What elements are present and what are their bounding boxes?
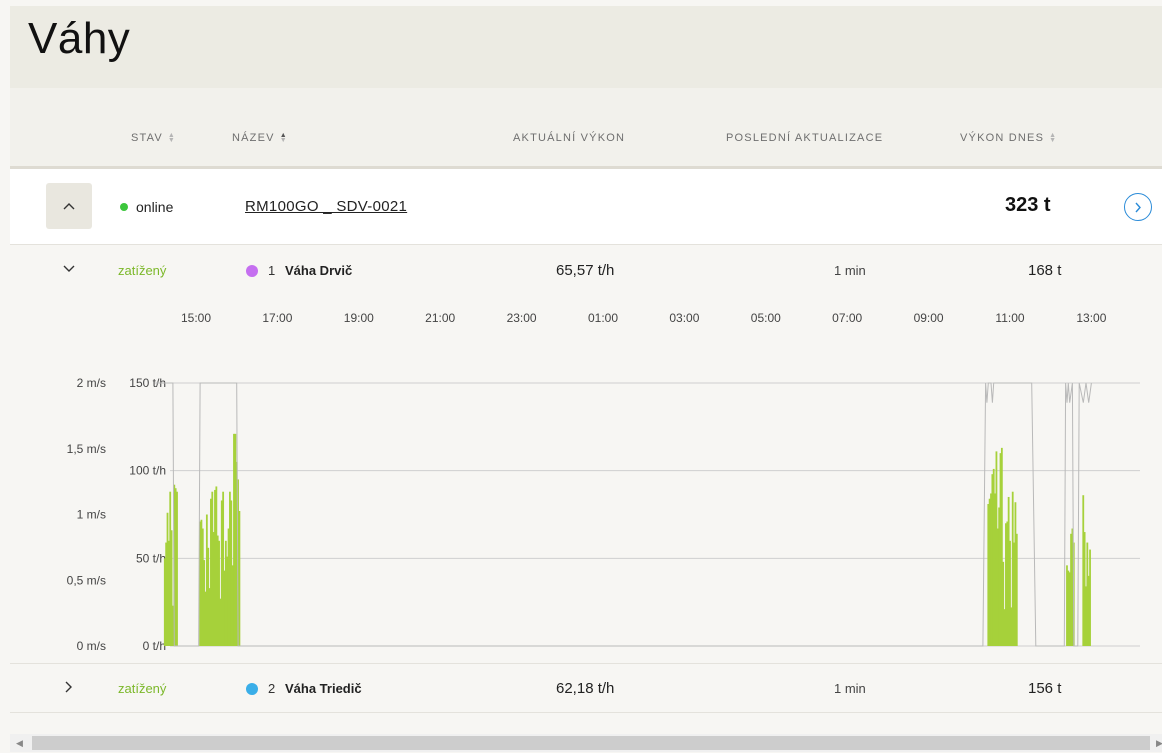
chart-svg: 15:00 17:00 19:00 21:00 23:00 01:00 03:00 05:00… xyxy=(67,311,1140,653)
scrollbar-thumb[interactable] xyxy=(32,736,1150,750)
weigher-current-power: 65,57 t/h xyxy=(556,262,615,279)
chart-bar xyxy=(238,510,241,646)
expand-weigher-button[interactable] xyxy=(62,680,76,694)
collapse-button[interactable] xyxy=(46,183,92,229)
speed-line xyxy=(155,382,1092,647)
chevron-right-icon xyxy=(65,681,72,693)
y-tick-label-tph: 50 t/h xyxy=(136,551,166,565)
column-last-update-header: POSLEDNÍ AKTUALIZACE xyxy=(726,132,883,144)
x-tick-label: 07:00 xyxy=(832,311,862,325)
column-current-power-label: AKTUÁLNÍ VÝKON xyxy=(513,132,626,144)
weigher-today: 156 t xyxy=(1028,680,1062,697)
x-tick-label: 01:00 xyxy=(588,311,618,325)
weigher-last-update: 1 min xyxy=(834,681,866,696)
weigher-number: 1 xyxy=(268,263,276,278)
chart-bar xyxy=(176,491,178,646)
sort-icon[interactable]: ▲ ▼ xyxy=(1049,132,1057,144)
scroll-right-icon[interactable]: ▶ xyxy=(1156,738,1162,749)
weigher-last-update: 1 min xyxy=(834,263,866,278)
weigher-row[interactable]: zatížený 1 Váha Drvič 65,57 t/h 1 min 16… xyxy=(10,246,1162,296)
weigher-color-dot-icon xyxy=(246,683,258,695)
column-current-power-header: AKTUÁLNÍ VÝKON xyxy=(513,132,625,144)
column-name-header[interactable]: NÁZEV ▲ ▼ xyxy=(232,132,288,144)
chevron-up-icon xyxy=(63,203,75,210)
column-status-header[interactable]: STAV ▲ ▼ xyxy=(131,132,176,144)
x-tick-label: 13:00 xyxy=(1076,311,1106,325)
weigher-name: Váha Drvič xyxy=(285,263,353,278)
horizontal-scrollbar[interactable]: ◀ ▶ xyxy=(10,734,1162,752)
x-tick-label: 11:00 xyxy=(995,311,1024,325)
x-tick-label: 21:00 xyxy=(425,311,455,325)
weigher-current-power: 62,18 t/h xyxy=(556,680,615,697)
chevron-right-icon xyxy=(1135,202,1141,212)
x-tick-label: 15:00 xyxy=(181,311,211,325)
chart-bar xyxy=(1015,533,1018,646)
scale-status: online xyxy=(120,199,173,215)
chart-bar xyxy=(1089,549,1091,646)
y-tick-label-speed: 0 m/s xyxy=(77,639,106,653)
column-name-label: NÁZEV xyxy=(232,132,275,144)
weigher-state: zatížený xyxy=(118,263,167,278)
column-last-update-label: POSLEDNÍ AKTUALIZACE xyxy=(726,132,884,144)
x-tick-label: 09:00 xyxy=(914,311,944,325)
y-tick-label-speed: 1 m/s xyxy=(77,508,106,522)
page-title: Váhy xyxy=(28,14,131,63)
scale-status-label: online xyxy=(136,199,174,215)
page-header: Váhy xyxy=(10,6,1162,88)
scale-row[interactable]: online RM100GO _ SDV-0021 323 t xyxy=(10,169,1162,245)
x-tick-label: 17:00 xyxy=(262,311,292,325)
weigher-name: Váha Triedič xyxy=(285,681,362,696)
chevron-down-icon xyxy=(63,265,75,272)
column-power-today-header[interactable]: VÝKON DNES ▲ ▼ xyxy=(960,132,1057,144)
y-tick-label-tph: 100 t/h xyxy=(129,464,166,478)
x-tick-label: 23:00 xyxy=(507,311,537,325)
weigher-today: 168 t xyxy=(1028,262,1062,279)
sort-icon[interactable]: ▲ ▼ xyxy=(280,132,288,144)
online-dot-icon xyxy=(120,203,128,211)
scale-total-today: 323 t xyxy=(1005,194,1051,216)
y-tick-label-speed: 2 m/s xyxy=(77,376,106,390)
x-tick-label: 03:00 xyxy=(669,311,699,325)
x-tick-label: 05:00 xyxy=(751,311,781,325)
scale-name-link[interactable]: RM100GO _ SDV-0021 xyxy=(245,198,407,215)
column-power-today-label: VÝKON DNES xyxy=(960,132,1045,144)
weigher-row[interactable]: zatížený 2 Váha Triedič 62,18 t/h 1 min … xyxy=(10,663,1162,713)
weigher-number: 2 xyxy=(268,681,276,696)
weigher-chart: 15:00 17:00 19:00 21:00 23:00 01:00 03:00 05:00… xyxy=(10,296,1162,663)
column-status-label: STAV xyxy=(131,132,163,144)
open-detail-button[interactable] xyxy=(1124,193,1152,221)
sort-icon[interactable]: ▲ ▼ xyxy=(168,132,176,144)
weigher-state: zatížený xyxy=(118,681,167,696)
scroll-left-icon[interactable]: ◀ xyxy=(16,738,23,749)
table-header: STAV ▲ ▼ NÁZEV ▲ ▼ AKTUÁLNÍ VÝKON POSLEDNÍ… xyxy=(10,88,1162,166)
y-tick-label-speed: 1,5 m/s xyxy=(67,442,106,456)
weigher-color-dot-icon xyxy=(246,265,258,277)
x-tick-label: 19:00 xyxy=(344,311,374,325)
y-tick-label-speed: 0,5 m/s xyxy=(67,573,106,587)
y-tick-label-tph: 0 t/h xyxy=(143,639,166,653)
collapse-weigher-button[interactable] xyxy=(62,262,76,276)
